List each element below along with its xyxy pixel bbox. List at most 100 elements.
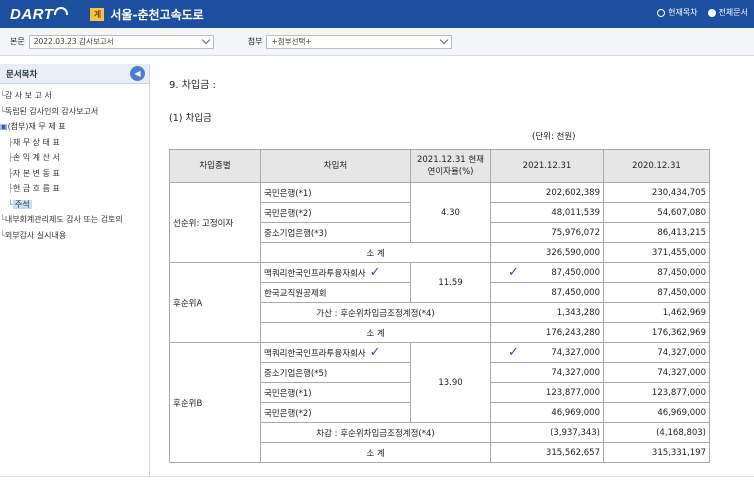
toc-item[interactable]: └감 사 보 고 서 xyxy=(0,88,149,104)
borrowing-type-cell: 후순위A xyxy=(169,262,261,343)
bottom-strip xyxy=(0,476,754,486)
amount-2021: 74,327,000 xyxy=(551,347,600,358)
attachment-select[interactable]: +첨부선택+ xyxy=(266,34,453,49)
toc-item[interactable]: └외부감사 실시내용 xyxy=(0,228,149,244)
amount-2021: 87,450,000 xyxy=(551,267,600,278)
check-mark-icon: ✓ xyxy=(508,344,519,360)
check-mark-icon: ✓ xyxy=(369,344,381,360)
section-title: 9. 차입금 : xyxy=(169,80,216,91)
adjustment-2020-cell: (4,168,803) xyxy=(603,422,710,443)
company-name: 서울-춘천고속도로 xyxy=(110,7,204,22)
main-doc-label: 본문 xyxy=(10,37,25,46)
logo-arc-icon xyxy=(54,6,69,15)
toc-item-label: 재 무 상 태 표 xyxy=(12,137,60,147)
lender-name: 중소기업은행(*3) xyxy=(264,228,328,239)
adjustment-label-cell: 차감 : 후순위차입금조정계정(*4) xyxy=(260,422,491,443)
toc-item[interactable]: ▣(첨부)재 무 제 표 xyxy=(0,119,149,135)
toc-item[interactable]: ├손 익 계 산 서 xyxy=(0,150,149,166)
toc-item[interactable]: └독립된 감사인의 감사보고서 xyxy=(0,104,149,120)
toc-title: 문서목차 xyxy=(6,69,38,80)
toc-tree: └감 사 보 고 서 └독립된 감사인의 감사보고서 ▣(첨부)재 무 제 표 ├재… xyxy=(0,84,149,243)
dart-logo[interactable]: DART xyxy=(10,5,69,23)
view-mode-radios: 현재목차 전체문서 xyxy=(657,7,748,18)
amount-2020-cell: 46,969,000 xyxy=(603,402,710,423)
adjustment-label-cell: 가산 : 후순위차입금조정계정(*4) xyxy=(260,302,491,323)
main-doc-value: 2022.03.23 감사보고서 xyxy=(33,37,114,46)
lender-cell: 맥쿼리한국인프라투융자회사 ✓ xyxy=(260,342,411,363)
toc-item[interactable]: ├재 무 상 태 표 xyxy=(0,135,149,151)
chevron-down-icon xyxy=(440,35,449,45)
amount-2021: 123,877,000 xyxy=(545,387,600,398)
lender-name: 중소기업은행(*5) xyxy=(264,368,328,379)
radio-filled-icon xyxy=(707,8,716,17)
toc-item-prefix: ├ xyxy=(0,153,13,162)
subtotal-2021-cell: 326,590,000 xyxy=(490,242,604,263)
lender-cell: 국민은행(*2) xyxy=(260,202,411,223)
chevron-down-icon xyxy=(201,35,210,45)
attachment-label: 첨부 xyxy=(247,37,263,46)
toc-item-prefix: ├ xyxy=(0,184,13,193)
collapse-sidebar-button[interactable]: ◀ xyxy=(130,66,145,81)
toc-item-prefix: ▣ xyxy=(0,122,8,131)
amount-2021-cell: 87,450,000 xyxy=(490,282,604,303)
sub-section-title: (1) 차입금 xyxy=(169,113,212,124)
amount-2020-cell: 86,413,215 xyxy=(603,222,710,243)
toc-item[interactable]: └내부회계관리제도 감사 또는 검토의 xyxy=(0,212,149,228)
main-doc-select[interactable]: 2022.03.23 감사보고서 xyxy=(28,34,214,49)
table-header-row: 차입종별 차입처 2021.12.31 현재 연이자율(%) 2021.12.3… xyxy=(169,149,710,183)
subtotal-label-cell: 소 계 xyxy=(260,322,491,343)
table-row: 후순위B 맥쿼리한국인프라투융자회사 ✓ 13.90 ✓ 74,327,000 74,327… xyxy=(169,342,710,463)
toc-item-label: 현 금 흐 름 표 xyxy=(12,184,60,193)
toc-item-label: (첨부)재 무 제 표 xyxy=(7,122,66,131)
interest-rate-cell: 11.59 xyxy=(410,262,491,303)
radio-all-label: 전체문서 xyxy=(718,8,748,17)
amount-2021: 202,602,389 xyxy=(545,187,600,198)
header-lender: 차입처 xyxy=(260,149,411,183)
subtotal-2021-cell: 315,562,657 xyxy=(490,442,604,463)
amount-2021-cell: 46,969,000 xyxy=(490,402,604,423)
lender-name: 국민은행(*1) xyxy=(264,188,312,199)
lender-cell: 국민은행(*2) xyxy=(260,402,411,423)
borrowing-type-cell: 후순위B xyxy=(169,342,261,463)
amount-2021-cell: 123,877,000 xyxy=(490,382,604,403)
toc-item[interactable]: └ 주석 xyxy=(0,197,149,213)
toc-item-label: 독립된 감사인의 감사보고서 xyxy=(4,106,99,116)
toc-item-label: 감 사 보 고 서 xyxy=(4,91,52,100)
radio-current-toc[interactable]: 현재목차 xyxy=(657,7,698,18)
toc-item-label: 주석 xyxy=(12,199,32,209)
toc-item[interactable]: ├자 본 변 동 표 xyxy=(0,166,149,182)
lender-name: 맥쿼리한국인프라투융자회사 xyxy=(264,348,366,359)
borrowings-table: 차입종별 차입처 2021.12.31 현재 연이자율(%) 2021.12.3… xyxy=(169,149,710,463)
lender-name: 국민은행(*2) xyxy=(264,408,312,419)
toc-item-prefix: ├ xyxy=(0,168,13,178)
header-type: 차입종별 xyxy=(169,149,261,183)
logo-text: DART xyxy=(10,5,54,23)
lender-cell: 맥쿼리한국인프라투융자회사 ✓ xyxy=(260,262,411,283)
amount-2020-cell: 123,877,000 xyxy=(603,382,710,403)
attachment-value: +첨부선택+ xyxy=(271,37,312,46)
check-mark-icon: ✓ xyxy=(508,264,519,280)
amount-2020-cell: 87,450,000 xyxy=(603,262,710,283)
amount-2021: 46,969,000 xyxy=(551,407,600,418)
amount-2021: 48,011,539 xyxy=(551,207,600,218)
adjustment-2020-cell: 1,462,969 xyxy=(603,302,710,323)
header-rate: 2021.12.31 현재 연이자율(%) xyxy=(410,149,491,183)
toc-item-label: 외부감사 실시내용 xyxy=(4,230,67,240)
toc-item-prefix: ├ xyxy=(0,137,13,147)
radio-empty-icon xyxy=(657,8,666,17)
header-2020: 2020.12.31 xyxy=(603,149,710,183)
amount-2021-cell: 74,327,000 xyxy=(490,362,604,383)
document-selector-bar: 본문 2022.03.23 감사보고서 첨부 +첨부선택+ xyxy=(0,28,754,56)
amount-2020-cell: 74,327,000 xyxy=(603,362,710,383)
lender-cell: 한국교직원공제회 xyxy=(260,282,411,303)
amount-2020-cell: 87,450,000 xyxy=(603,282,710,303)
radio-all-doc[interactable]: 전체문서 xyxy=(707,7,748,18)
amount-2020-cell: 74,327,000 xyxy=(603,342,710,363)
toc-header: 문서목차 ◀ xyxy=(0,64,149,84)
amount-2021: 87,450,000 xyxy=(551,287,600,298)
toc-item[interactable]: ├현 금 흐 름 표 xyxy=(0,181,149,197)
amount-2021-cell: ✓ 74,327,000 xyxy=(490,342,604,363)
lender-cell: 중소기업은행(*3) xyxy=(260,222,411,243)
lender-cell: 국민은행(*1) xyxy=(260,382,411,403)
amount-2021-cell: 202,602,389 xyxy=(490,182,604,203)
